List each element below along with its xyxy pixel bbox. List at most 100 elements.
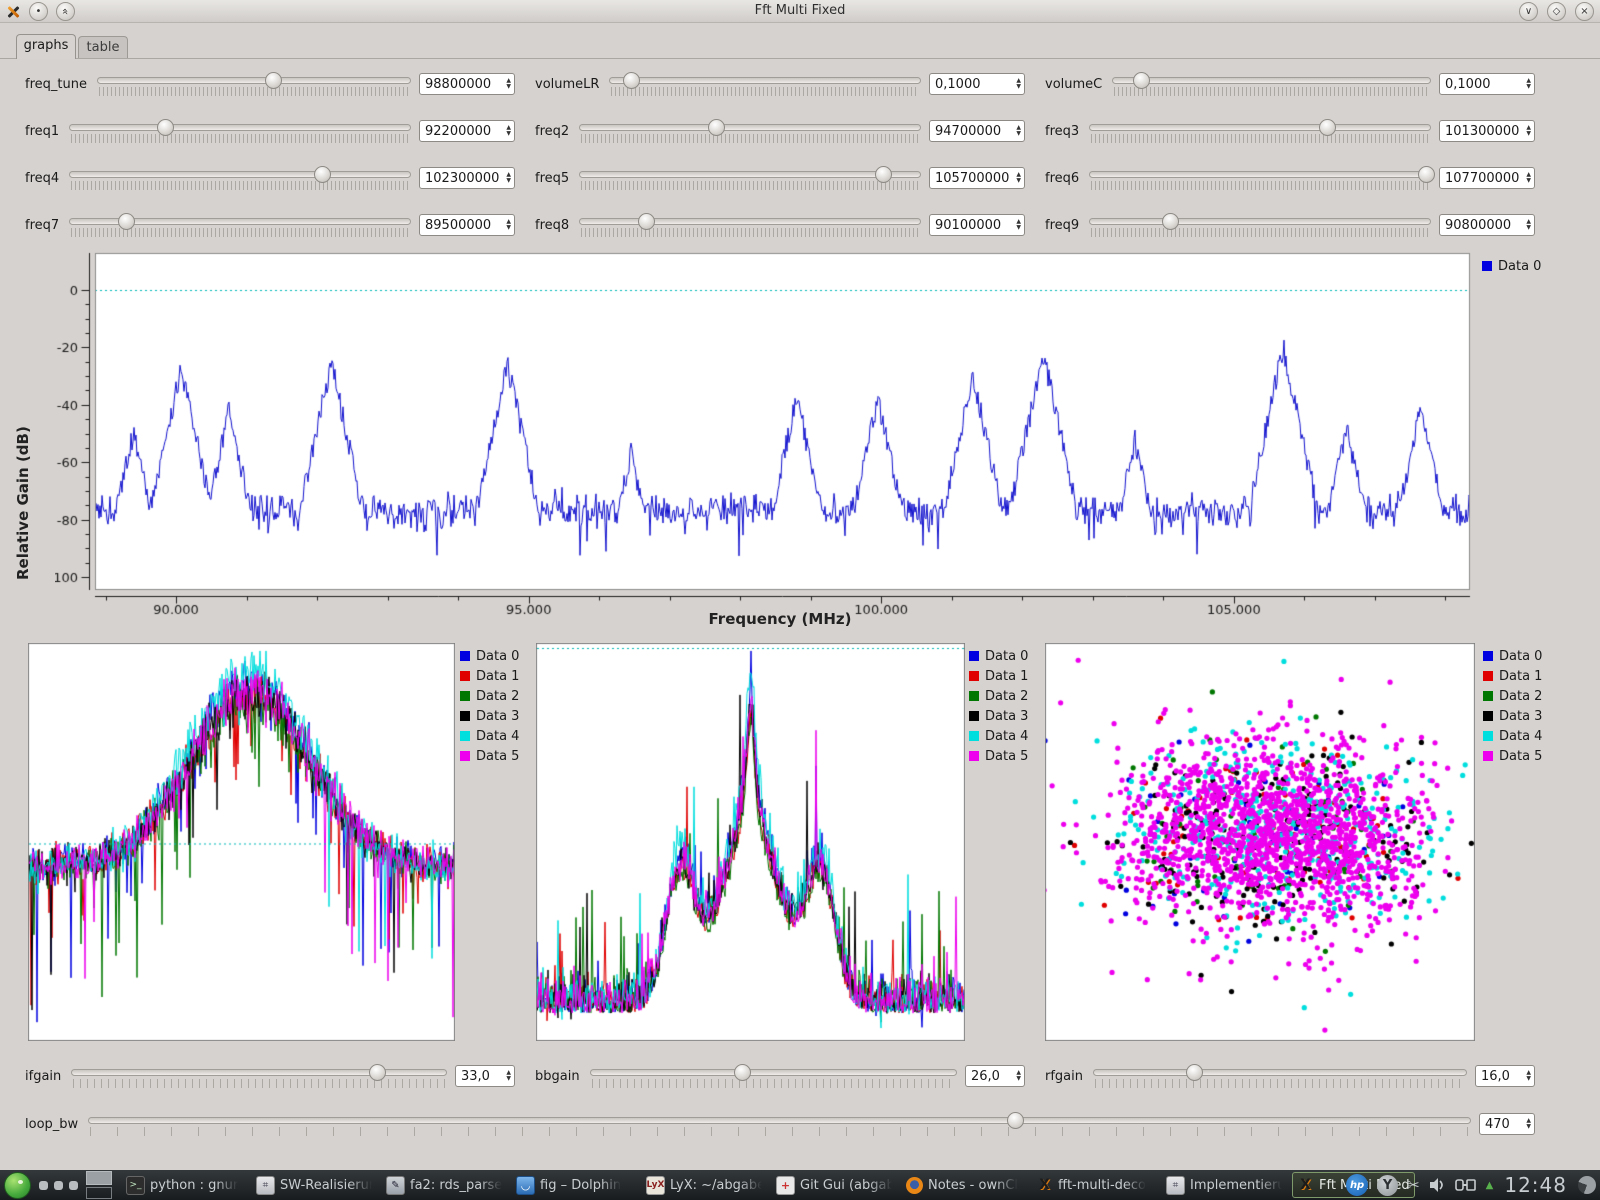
taskbar-task-6[interactable]: Notes - ownCl [902, 1173, 1026, 1197]
spin-down-icon[interactable]: ▼ [1526, 1076, 1531, 1082]
freq4-spinbox[interactable]: 102300000▲▼ [419, 167, 515, 189]
spinbox-arrows[interactable]: ▲▼ [1016, 78, 1021, 90]
spinbox-arrows[interactable]: ▲▼ [1526, 78, 1531, 90]
spin-down-icon[interactable]: ▼ [1526, 84, 1531, 90]
bbgain-spinbox[interactable]: 26,0▲▼ [965, 1065, 1025, 1087]
freq5-spinbox[interactable]: 105700000▲▼ [929, 167, 1025, 189]
spin-down-icon[interactable]: ▼ [1016, 225, 1021, 231]
spin-down-icon[interactable]: ▼ [506, 1076, 511, 1082]
launcher-button[interactable] [4, 1172, 31, 1199]
spinbox-arrows[interactable]: ▲▼ [1526, 1070, 1531, 1082]
ifgain-slider[interactable] [71, 1062, 447, 1090]
spinbox-arrows[interactable]: ▲▼ [1016, 125, 1021, 137]
pager-desktop-2[interactable] [86, 1187, 112, 1199]
spin-down-icon[interactable]: ▼ [506, 84, 511, 90]
ifgain-spinbox[interactable]: 33,0▲▼ [455, 1065, 515, 1087]
slider-handle[interactable] [314, 166, 331, 183]
pager-desktop-1[interactable] [86, 1171, 112, 1185]
hp-logo-icon[interactable]: hp [1346, 1174, 1368, 1196]
spin-down-icon[interactable]: ▼ [1526, 225, 1531, 231]
slider-handle[interactable] [1186, 1064, 1203, 1081]
freq_tune-spinbox[interactable]: 98800000▲▼ [419, 73, 515, 95]
spin-down-icon[interactable]: ▼ [1526, 131, 1531, 137]
freq6-slider[interactable] [1089, 164, 1431, 192]
taskbar-task-1[interactable]: ⌗SW-Realisierun [252, 1173, 376, 1197]
volume-icon[interactable] [1429, 1177, 1446, 1193]
spinbox-arrows[interactable]: ▲▼ [506, 1070, 511, 1082]
taskbar-task-0[interactable]: >_python : gnur [122, 1173, 246, 1197]
yast-icon[interactable]: Y [1377, 1175, 1398, 1196]
slider-handle[interactable] [734, 1064, 751, 1081]
slider-handle[interactable] [1007, 1112, 1024, 1129]
taskbar-clock[interactable]: 12:48 [1504, 1173, 1567, 1197]
spinbox-arrows[interactable]: ▲▼ [1016, 1070, 1021, 1082]
freq7-slider[interactable] [69, 211, 411, 239]
rfgain-spinbox[interactable]: 16,0▲▼ [1475, 1065, 1535, 1087]
volumeLR-slider[interactable] [609, 70, 921, 98]
taskbar-task-2[interactable]: ✎fa2: rds_parse [382, 1173, 506, 1197]
freq5-slider[interactable] [579, 164, 921, 192]
tab-table[interactable]: table [78, 36, 128, 59]
spinbox-arrows[interactable]: ▲▼ [1016, 172, 1021, 184]
spin-down-icon[interactable]: ▼ [1016, 178, 1021, 184]
slider-handle[interactable] [1133, 72, 1150, 89]
spinbox-arrows[interactable]: ▲▼ [1526, 219, 1531, 231]
slider-handle[interactable] [265, 72, 282, 89]
spin-down-icon[interactable]: ▼ [1016, 1076, 1021, 1082]
spinbox-arrows[interactable]: ▲▼ [1526, 172, 1531, 184]
spinbox-arrows[interactable]: ▲▼ [1526, 125, 1531, 137]
taskbar-task-7[interactable]: Xfft-multi-deco [1032, 1173, 1156, 1197]
freq1-slider[interactable] [69, 117, 411, 145]
minimize-button[interactable]: ∨ [1519, 2, 1538, 21]
battery-icon[interactable] [1455, 1178, 1477, 1192]
freq7-spinbox[interactable]: 89500000▲▼ [419, 214, 515, 236]
loop_bw-slider[interactable] [88, 1110, 1471, 1138]
spinbox-arrows[interactable]: ▲▼ [506, 219, 511, 231]
close-button[interactable]: × [1575, 2, 1594, 21]
spin-down-icon[interactable]: ▼ [1526, 178, 1531, 184]
spinbox-arrows[interactable]: ▲▼ [506, 78, 511, 90]
freq3-spinbox[interactable]: 101300000▲▼ [1439, 120, 1535, 142]
volumeC-slider[interactable] [1112, 70, 1431, 98]
slider-handle[interactable] [708, 119, 725, 136]
loop_bw-spinbox[interactable]: 470▲▼ [1479, 1113, 1535, 1135]
slider-handle[interactable] [118, 213, 135, 230]
spin-down-icon[interactable]: ▼ [506, 178, 511, 184]
freq3-slider[interactable] [1089, 117, 1431, 145]
freq9-slider[interactable] [1089, 211, 1431, 239]
spinbox-arrows[interactable]: ▲▼ [1526, 1118, 1531, 1130]
freq8-spinbox[interactable]: 90100000▲▼ [929, 214, 1025, 236]
taskbar-task-8[interactable]: ⌗Implementieru [1162, 1173, 1286, 1197]
spin-down-icon[interactable]: ▼ [1526, 1124, 1531, 1130]
spin-down-icon[interactable]: ▼ [1016, 131, 1021, 137]
volumeLR-spinbox[interactable]: 0,1000▲▼ [929, 73, 1025, 95]
spin-down-icon[interactable]: ▼ [506, 225, 511, 231]
freq1-spinbox[interactable]: 92200000▲▼ [419, 120, 515, 142]
taskbar-task-4[interactable]: LyXLyX: ~/abgabe [642, 1173, 766, 1197]
spinbox-arrows[interactable]: ▲▼ [506, 172, 511, 184]
freq9-spinbox[interactable]: 90800000▲▼ [1439, 214, 1535, 236]
freq8-slider[interactable] [579, 211, 921, 239]
rfgain-slider[interactable] [1093, 1062, 1467, 1090]
freq2-slider[interactable] [579, 117, 921, 145]
slider-handle[interactable] [1418, 166, 1435, 183]
slider-handle[interactable] [1162, 213, 1179, 230]
bbgain-slider[interactable] [590, 1062, 957, 1090]
freq2-spinbox[interactable]: 94700000▲▼ [929, 120, 1025, 142]
taskbar-task-3[interactable]: ◡fig – Dolphin [512, 1173, 636, 1197]
desktop-pager[interactable] [86, 1171, 112, 1199]
freq_tune-slider[interactable] [97, 70, 411, 98]
spin-down-icon[interactable]: ▼ [1016, 84, 1021, 90]
klipper-scissors-icon[interactable]: ✂ [1407, 1178, 1420, 1193]
maximize-button[interactable]: ◇ [1547, 2, 1566, 21]
slider-handle[interactable] [1319, 119, 1336, 136]
slider-handle[interactable] [638, 213, 655, 230]
volumeC-spinbox[interactable]: 0,1000▲▼ [1439, 73, 1535, 95]
taskbar-task-5[interactable]: +Git Gui (abgab [772, 1173, 896, 1197]
notifier-moon-icon[interactable] [1578, 1176, 1596, 1194]
updates-arrow-icon[interactable]: ▲ [1486, 1180, 1494, 1191]
spinbox-arrows[interactable]: ▲▼ [506, 125, 511, 137]
tab-graphs[interactable]: graphs [16, 34, 76, 59]
spinbox-arrows[interactable]: ▲▼ [1016, 219, 1021, 231]
freq4-slider[interactable] [69, 164, 411, 192]
